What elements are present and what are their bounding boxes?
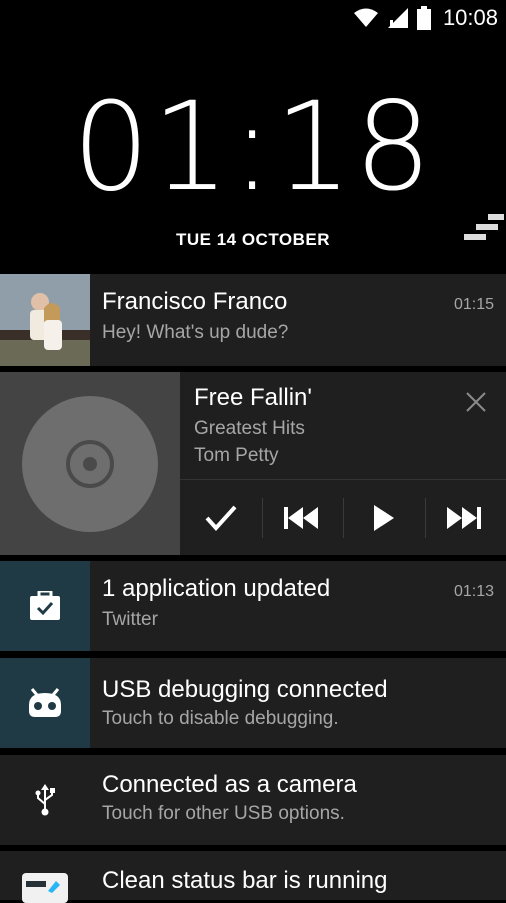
app-icon [22, 873, 68, 903]
play-icon [372, 505, 396, 531]
clear-all-notifications-icon[interactable] [462, 212, 504, 248]
notification-title: Francisco Franco [102, 288, 287, 316]
lockscreen-date: TUE 14 OCTOBER [0, 230, 506, 250]
notification-text: Touch to disable debugging. [102, 708, 339, 730]
notification-icon-box [0, 755, 90, 845]
notification-time: 01:13 [454, 583, 494, 601]
notification-icon-box [0, 561, 90, 651]
check-button[interactable] [180, 480, 262, 555]
notification-app-updated[interactable]: 1 application updated Twitter 01:13 [0, 561, 506, 651]
notification-clean-status-bar[interactable]: Clean status bar is running [0, 851, 506, 900]
previous-button[interactable] [262, 480, 344, 555]
media-album: Greatest Hits [194, 418, 305, 440]
play-button[interactable] [343, 480, 425, 555]
notification-usb-debugging[interactable]: USB debugging connected Touch to disable… [0, 658, 506, 748]
contact-photo [0, 274, 90, 366]
notification-text: Twitter [102, 609, 158, 631]
notification-icon-box [0, 851, 90, 900]
next-icon [447, 507, 483, 529]
media-controls [180, 480, 506, 555]
check-icon [204, 504, 238, 532]
notification-title: USB debugging connected [102, 676, 388, 704]
notification-time: 01:15 [454, 296, 494, 314]
notification-title: Clean status bar is running [102, 867, 388, 895]
notification-text: Touch for other USB options. [102, 803, 345, 825]
media-track-title: Free Fallin' [194, 384, 312, 412]
battery-icon [417, 6, 431, 30]
next-button[interactable] [425, 480, 506, 555]
notification-text: Hey! What's up dude? [102, 322, 288, 344]
notification-message[interactable]: Francisco Franco Hey! What's up dude? 01… [0, 274, 506, 366]
usb-icon [34, 784, 56, 816]
status-bar-time: 10:08 [443, 5, 498, 31]
briefcase-check-icon [29, 591, 61, 621]
notification-title: Connected as a camera [102, 771, 357, 799]
media-notification[interactable]: Free Fallin' Greatest Hits Tom Petty [0, 372, 506, 555]
album-art [0, 372, 180, 555]
notification-icon-box [0, 658, 90, 748]
cyanogenmod-bug-icon [26, 687, 64, 719]
previous-icon [284, 507, 320, 529]
signal-icon [387, 7, 409, 29]
cd-icon [20, 394, 160, 534]
notification-usb-camera[interactable]: Connected as a camera Touch for other US… [0, 755, 506, 845]
close-icon[interactable] [464, 390, 488, 419]
notification-title: 1 application updated [102, 575, 330, 603]
media-artist: Tom Petty [194, 445, 278, 467]
wifi-icon [353, 8, 379, 28]
lockscreen-clock: 01:18 [0, 86, 506, 208]
status-bar: 10:08 [0, 0, 506, 36]
